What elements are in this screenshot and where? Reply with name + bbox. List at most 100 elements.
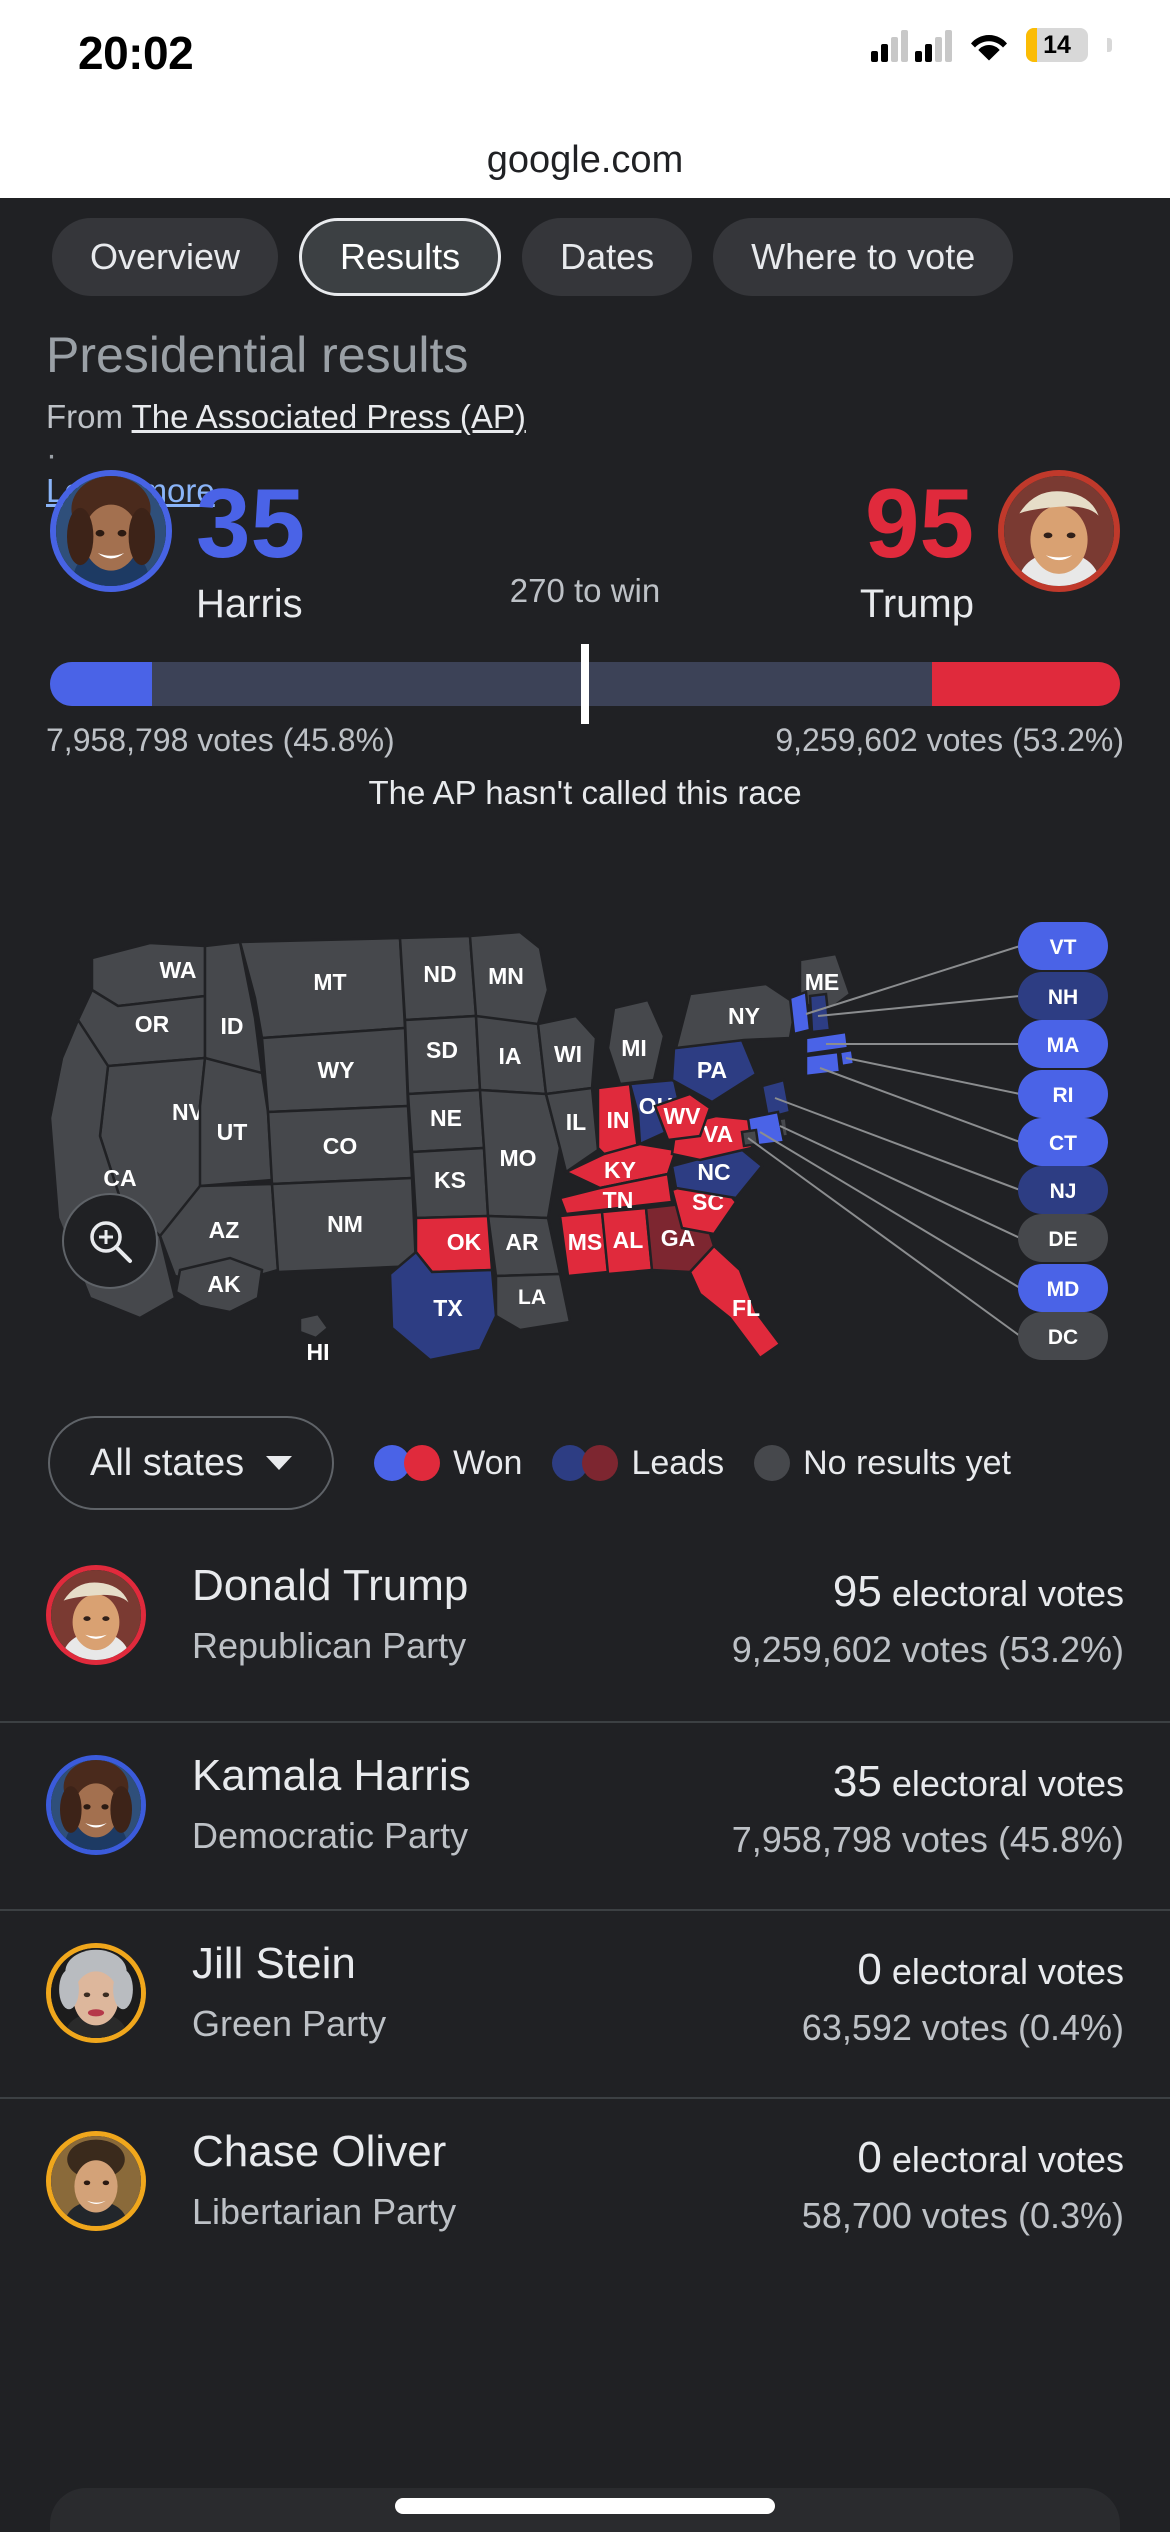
candidate-party: Green Party [192, 2003, 387, 2044]
svg-text:NH: NH [1048, 986, 1078, 1009]
svg-text:CT: CT [1049, 1132, 1077, 1155]
candidate-popular-votes: 58,700 votes (0.3%) [801, 2195, 1124, 2236]
state-filter-label: All states [90, 1441, 245, 1484]
candidate-popular-votes: 9,259,602 votes (53.2%) [731, 1629, 1124, 1670]
candidate-party: Democratic Party [192, 1815, 469, 1856]
electoral-label: electoral votes [891, 1573, 1124, 1614]
table-row[interactable]: Jill Stein Green Party 0 electoral votes… [0, 1909, 1170, 2097]
electoral-label: electoral votes [891, 1763, 1124, 1804]
svg-text:OK: OK [447, 1229, 482, 1255]
legend-item-won: Won [374, 1444, 522, 1483]
legend-swatch-won [374, 1445, 441, 1481]
svg-text:VA: VA [703, 1121, 733, 1147]
svg-text:RI: RI [1053, 1084, 1074, 1107]
svg-text:IL: IL [566, 1109, 586, 1135]
svg-text:DC: DC [1048, 1326, 1078, 1349]
tab-overview[interactable]: Overview [52, 218, 279, 296]
svg-text:MS: MS [568, 1229, 603, 1255]
magnifier-plus-icon [84, 1215, 136, 1267]
svg-text:NE: NE [430, 1105, 462, 1131]
chevron-down-icon [266, 1456, 293, 1470]
svg-text:MT: MT [313, 969, 346, 995]
svg-text:MA: MA [1047, 1034, 1080, 1057]
svg-text:ID: ID [221, 1013, 244, 1039]
svg-text:AL: AL [613, 1227, 644, 1253]
browser-url-bar[interactable]: google.com [0, 122, 1170, 198]
svg-text:IN: IN [607, 1107, 630, 1133]
race-status-text: The AP hasn't called this race [368, 774, 802, 811]
map-controls-row: All states Won Leads No results yet [0, 1408, 1170, 1518]
home-indicator [395, 2498, 775, 2514]
wifi-icon [969, 29, 1009, 61]
table-row[interactable]: Kamala Harris Democratic Party 35 electo… [0, 1721, 1170, 1909]
svg-text:WI: WI [554, 1041, 582, 1067]
legend-label-no-results: No results yet [803, 1443, 1011, 1482]
battery-cap-icon [1107, 38, 1112, 52]
table-row[interactable]: Chase Oliver Libertarian Party 0 elector… [0, 2097, 1170, 2285]
map-callout-VT: VT [1018, 922, 1108, 970]
svg-text:ME: ME [805, 969, 840, 995]
electoral-votes-harris: 35 [196, 468, 306, 578]
candidate-results-list: Donald Trump Republican Party 95 elector… [0, 1533, 1170, 2285]
legend-swatch-leads [552, 1445, 619, 1481]
electoral-count: 95 [832, 1567, 882, 1616]
map-callout-DC: DC [1018, 1312, 1108, 1360]
legend-label-leads: Leads [631, 1443, 725, 1482]
svg-text:WV: WV [663, 1103, 701, 1129]
tab-where-to-vote[interactable]: Where to vote [713, 218, 1014, 296]
progress-trump [931, 662, 1120, 706]
legend-label-won: Won [453, 1443, 523, 1482]
svg-text:NY: NY [728, 1003, 760, 1029]
svg-text:ND: ND [423, 961, 456, 987]
svg-text:WA: WA [159, 957, 196, 983]
legend-swatch-no-results [754, 1445, 791, 1481]
map-callout-NH: NH [1018, 972, 1108, 1020]
tab-dates[interactable]: Dates [522, 218, 693, 296]
signal-bars-icon [871, 28, 908, 62]
popular-votes-harris: 7,958,798 votes (45.8%) [46, 722, 395, 758]
svg-text:PA: PA [697, 1057, 727, 1083]
svg-text:VT: VT [1050, 936, 1077, 959]
svg-text:WY: WY [317, 1057, 354, 1083]
avatar [46, 1755, 146, 1855]
svg-text:NM: NM [327, 1211, 363, 1237]
candidate-party: Libertarian Party [192, 2191, 457, 2232]
avatar [46, 1565, 146, 1665]
us-electoral-map[interactable]: .s{stroke:#202124;stroke-width:2.5;} .no… [0, 898, 1170, 1378]
svg-text:MI: MI [621, 1035, 647, 1061]
candidate-electoral-votes: 35 electoral votes [833, 1757, 1124, 1807]
svg-text:MO: MO [499, 1145, 536, 1171]
svg-text:LA: LA [518, 1286, 546, 1309]
svg-text:KS: KS [434, 1167, 466, 1193]
summary-candidates-row: 35 Harris 270 to win 95 Trump 7,958,798 … [0, 460, 1170, 811]
svg-text:CA: CA [103, 1165, 136, 1191]
candidate-name-trump: Trump [859, 582, 974, 626]
candidate-party: Republican Party [192, 1625, 467, 1666]
popular-votes-trump: 9,259,602 votes (53.2%) [775, 722, 1124, 758]
avatar [46, 2131, 146, 2231]
candidate-electoral-votes: 95 electoral votes [833, 1567, 1124, 1617]
svg-text:DE: DE [1048, 1228, 1077, 1251]
tab-results[interactable]: Results [299, 218, 502, 296]
map-callout-MD: MD [1018, 1264, 1108, 1312]
battery-percent: 14 [1043, 30, 1071, 59]
candidate-popular-votes: 63,592 votes (0.4%) [801, 2007, 1124, 2048]
status-bar: 20:02 14 [0, 0, 1170, 122]
to-win-label: 270 to win [509, 572, 661, 609]
table-row[interactable]: Donald Trump Republican Party 95 elector… [0, 1533, 1170, 1721]
state-filter-dropdown[interactable]: All states [48, 1416, 335, 1510]
tab-bar: Overview Results Dates Where to vote [0, 198, 1170, 316]
candidate-name: Chase Oliver [192, 2127, 447, 2176]
map-callout-DE: DE [1018, 1214, 1108, 1262]
source-ap-link[interactable]: The Associated Press (AP) [132, 398, 526, 435]
url-text: google.com [486, 138, 684, 181]
signal-bars-secondary-icon [915, 28, 952, 62]
map-zoom-button[interactable] [62, 1193, 158, 1289]
candidate-electoral-votes: 0 electoral votes [857, 1945, 1124, 1995]
map-callout-MA: MA [1018, 1020, 1108, 1068]
battery-icon: 14 [1026, 28, 1088, 62]
map-legend: Won Leads No results yet [374, 1444, 1011, 1483]
svg-text:CO: CO [323, 1133, 358, 1159]
electoral-votes-trump: 95 [864, 468, 974, 578]
electoral-count: 0 [857, 2133, 882, 2182]
